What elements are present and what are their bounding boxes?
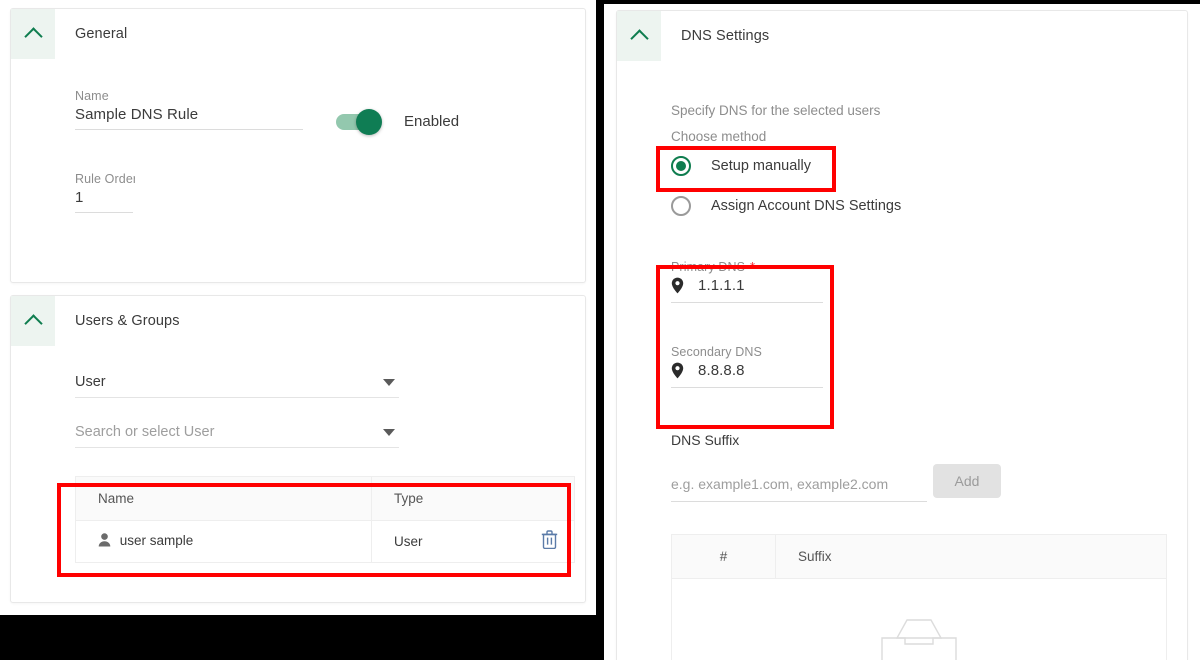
trash-icon[interactable] [541,530,558,552]
primary-dns-value: 1.1.1.1 [698,277,745,294]
name-input-value: Sample DNS Rule [75,106,199,123]
chevron-up-icon [23,26,43,46]
secondary-dns-input[interactable]: 8.8.8.8 [671,362,823,388]
user-search-select[interactable]: Search or select User [75,424,399,448]
user-type-select[interactable]: User [75,374,399,398]
location-pin-icon [671,277,684,294]
general-collapse-toggle[interactable] [11,9,55,59]
required-asterisk: * [750,259,756,274]
user-type-select-value: User [75,374,106,390]
enabled-toggle-label: Enabled [404,113,460,130]
dns-settings-card-header[interactable]: DNS Settings [617,11,1187,61]
rule-order-input-value: 1 [75,189,84,206]
user-search-placeholder: Search or select User [75,424,215,440]
users-groups-card: Users & Groups User Search or select Use… [10,295,586,603]
dns-settings-card-title: DNS Settings [681,28,770,44]
choose-method-label: Choose method [671,129,767,144]
users-table-col-name: Name [75,476,372,521]
dns-suffix-label: DNS Suffix [671,432,740,448]
secondary-dns-label: Secondary DNS [671,345,762,359]
users-table-col-type: Type [371,476,575,521]
radio-assign-account-dns[interactable]: Assign Account DNS Settings [671,196,1187,216]
users-table-header-row: Name Type [75,476,575,521]
chevron-up-icon [23,313,43,333]
radio-unselected-icon [671,196,691,216]
toggle-thumb [356,108,382,135]
screenshot-root: General Name Sample DNS Rule Rule Order … [0,0,1200,660]
name-field-label: Name [75,89,109,103]
right-panel: DNS Settings Specify DNS for the selecte… [600,0,1200,660]
radio-selected-icon [671,156,691,176]
add-suffix-button[interactable]: Add [933,464,1001,498]
dns-description: Specify DNS for the selected users [671,103,881,118]
name-input[interactable]: Sample DNS Rule [75,106,303,130]
secondary-dns-group: Secondary DNS 8.8.8.8 [671,345,1187,388]
toggle-track [336,108,382,135]
rule-order-field-group: Rule Order 1 [75,172,585,213]
empty-state-illustration-icon [881,619,957,660]
radio-setup-manually-label: Setup manually [711,158,811,174]
chevron-down-icon [383,379,395,386]
users-groups-card-title: Users & Groups [75,313,180,329]
primary-dns-group: Primary DNS * 1.1.1.1 [671,259,1187,303]
users-table-type-value: User [394,534,423,549]
users-table-name-value: user sample [119,533,194,548]
users-table: Name Type user sample User [75,476,575,563]
rule-order-input[interactable]: 1 [75,189,133,213]
users-table-cell-name: user sample [76,521,372,563]
primary-dns-label: Primary DNS * [671,259,756,274]
primary-dns-input[interactable]: 1.1.1.1 [671,277,823,303]
dns-suffix-input[interactable]: e.g. example1.com, example2.com [671,476,927,502]
chevron-up-icon [629,28,649,48]
general-card: General Name Sample DNS Rule Rule Order … [10,8,586,283]
name-field-group: Name Sample DNS Rule [75,89,585,130]
location-pin-icon [671,362,684,379]
suffix-table-empty-row [672,579,1167,660]
dns-settings-card: DNS Settings Specify DNS for the selecte… [616,10,1188,660]
secondary-dns-value: 8.8.8.8 [698,362,745,379]
suffix-table-empty-state [672,579,1167,660]
general-card-title: General [75,26,128,42]
chevron-down-icon [383,429,395,436]
table-row[interactable]: user sample User [76,520,575,563]
rule-order-field-label: Rule Order [75,172,135,186]
suffix-table: # Suffix [671,534,1167,660]
dns-suffix-placeholder: e.g. example1.com, example2.com [671,476,889,492]
person-icon [98,533,111,550]
radio-assign-account-dns-label: Assign Account DNS Settings [711,198,902,214]
users-groups-card-header[interactable]: Users & Groups [11,296,585,346]
suffix-table-header-row: # Suffix [671,534,1167,579]
general-card-header[interactable]: General [11,9,585,59]
enabled-toggle[interactable]: Enabled [336,108,460,135]
dns-settings-collapse-toggle[interactable] [617,11,661,61]
suffix-table-col-index: # [671,534,776,579]
dns-suffix-entry-row: e.g. example1.com, example2.com Add [671,464,1187,502]
users-groups-collapse-toggle[interactable] [11,296,55,346]
radio-setup-manually[interactable]: Setup manually [671,156,1187,176]
suffix-table-col-suffix: Suffix [775,534,1167,579]
left-panel: General Name Sample DNS Rule Rule Order … [0,0,596,615]
users-table-cell-type: User [371,520,575,563]
